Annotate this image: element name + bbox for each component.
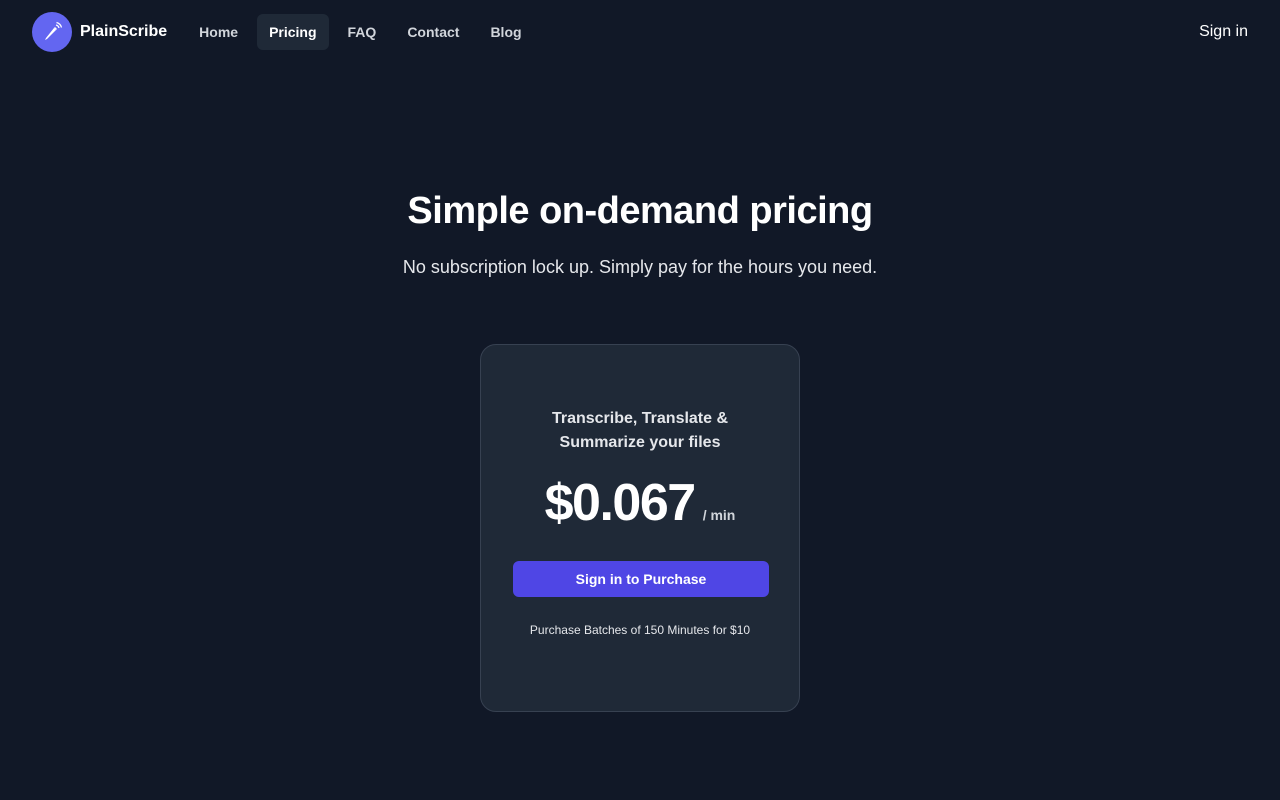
brand-name: PlainScribe [80, 23, 168, 40]
nav-link-home[interactable]: Home [187, 14, 250, 50]
card-heading: Transcribe, Translate & Summarize your f… [513, 407, 767, 455]
main-nav: Home Pricing FAQ Contact Blog [187, 14, 536, 50]
page-subtitle: No subscription lock up. Simply pay for … [402, 257, 878, 277]
sign-in-to-purchase-button[interactable]: Sign in to Purchase [513, 561, 769, 597]
card-heading-line-2: Summarize your files [559, 434, 721, 451]
pencil-broadcast-icon [32, 12, 72, 52]
nav-link-blog[interactable]: Blog [478, 14, 533, 50]
nav-link-pricing[interactable]: Pricing [257, 14, 329, 50]
pricing-card: Transcribe, Translate & Summarize your f… [480, 344, 800, 712]
top-navigation: PlainScribe Home Pricing FAQ Contact Blo… [0, 0, 1280, 64]
price-amount: $0.067 [544, 474, 697, 532]
price-row: $0.067 / min [513, 473, 767, 533]
price-unit: / min [702, 507, 736, 523]
brand[interactable]: PlainScribe [32, 12, 167, 52]
hero-section: Simple on-demand pricing No subscription… [0, 190, 1280, 278]
nav-link-faq[interactable]: FAQ [336, 14, 389, 50]
card-heading-line-1: Transcribe, Translate & [551, 410, 729, 427]
page-title: Simple on-demand pricing [407, 190, 873, 232]
nav-link-contact[interactable]: Contact [395, 14, 471, 50]
batch-note: Purchase Batches of 150 Minutes for $10 [529, 623, 751, 637]
sign-in-link[interactable]: Sign in [1199, 23, 1248, 41]
